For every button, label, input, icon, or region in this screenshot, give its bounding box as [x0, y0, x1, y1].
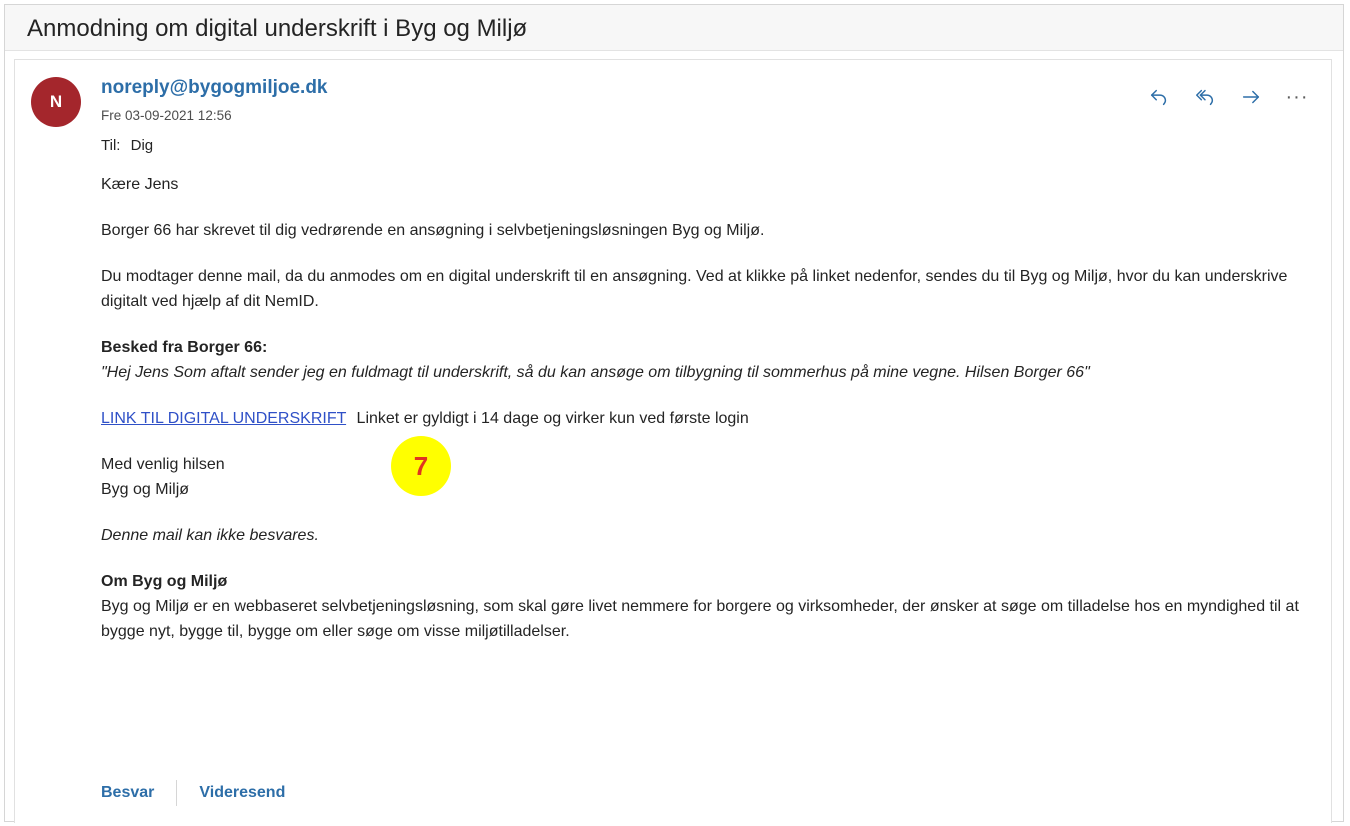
- sender-avatar: N: [31, 77, 81, 127]
- link-row: LINK TIL DIGITAL UNDERSKRIFT Linket er g…: [101, 406, 1311, 431]
- no-reply-note: Denne mail kan ikke besvares.: [101, 527, 319, 544]
- step-number-badge: 7: [391, 436, 451, 496]
- to-label: Til:: [101, 137, 121, 154]
- footer-actions: Besvar Videresend: [101, 780, 285, 806]
- email-subject: Anmodning om digital underskrift i Byg o…: [27, 15, 528, 42]
- message-text: "Hej Jens Som aftalt sender jeg en fuldm…: [101, 364, 1090, 381]
- sender-address[interactable]: noreply@bygogmiljoe.dk: [101, 77, 328, 99]
- closing-line-2: Byg og Miljø: [101, 481, 190, 498]
- reply-all-icon[interactable]: [1189, 82, 1221, 112]
- greeting: Kære Jens: [101, 176, 179, 193]
- sent-date: Fre 03-09-2021 12:56: [101, 108, 232, 123]
- forward-button[interactable]: Videresend: [199, 784, 285, 802]
- more-icon[interactable]: ···: [1281, 82, 1313, 112]
- forward-icon[interactable]: [1235, 82, 1267, 112]
- message-body: Kære Jens Borger 66 har skrevet til dig …: [101, 172, 1311, 644]
- paragraph-explanation: Du modtager denne mail, da du anmodes om…: [101, 268, 1288, 310]
- paragraph-intro: Borger 66 har skrevet til dig vedrørende…: [101, 222, 765, 239]
- footer-divider: [176, 780, 178, 806]
- subject-bar: Anmodning om digital underskrift i Byg o…: [5, 5, 1343, 51]
- reply-icon[interactable]: [1143, 82, 1175, 112]
- message-card: N noreply@bygogmiljoe.dk Fre 03-09-2021 …: [14, 59, 1332, 823]
- link-note: Linket er gyldigt i 14 dage og virker ku…: [356, 410, 749, 427]
- message-actions: ···: [1143, 82, 1313, 112]
- about-text: Byg og Miljø er en webbaseret selvbetjen…: [101, 598, 1299, 640]
- recipient-row: Til: Dig: [101, 137, 153, 154]
- about-heading: Om Byg og Miljø: [101, 573, 228, 590]
- to-value[interactable]: Dig: [131, 137, 154, 154]
- message-heading: Besked fra Borger 66:: [101, 339, 268, 356]
- email-window: Anmodning om digital underskrift i Byg o…: [4, 4, 1344, 823]
- closing-line-1: Med venlig hilsen: [101, 456, 225, 473]
- reply-button[interactable]: Besvar: [101, 784, 154, 802]
- digital-signature-link[interactable]: LINK TIL DIGITAL UNDERSKRIFT: [101, 410, 346, 427]
